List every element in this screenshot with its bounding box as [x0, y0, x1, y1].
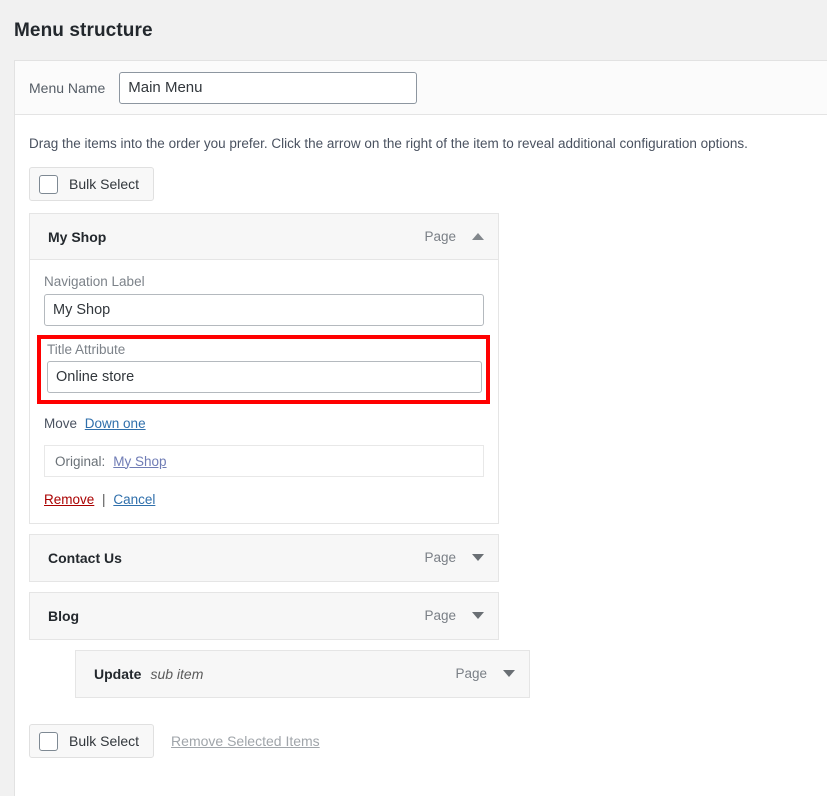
- menu-item-header[interactable]: Contact Us Page: [30, 535, 498, 581]
- menu-name-input[interactable]: [119, 72, 417, 104]
- menu-item-header[interactable]: Blog Page: [30, 593, 498, 639]
- bulk-select-label-bottom: Bulk Select: [69, 733, 139, 749]
- menu-item-list: My Shop Page Navigation Label Title Attr…: [15, 201, 827, 698]
- remove-selected-items-link[interactable]: Remove Selected Items: [171, 733, 320, 749]
- navigation-label-label: Navigation Label: [44, 274, 484, 289]
- move-down-one-link[interactable]: Down one: [85, 416, 146, 431]
- move-label: Move: [44, 416, 77, 431]
- instructions-text: Drag the items into the order you prefer…: [15, 115, 827, 153]
- title-attribute-highlight: Title Attribute: [37, 335, 490, 404]
- chevron-down-icon[interactable]: [503, 667, 517, 681]
- menu-item-update[interactable]: Update sub item Page: [75, 650, 827, 698]
- bulk-select-checkbox-bottom[interactable]: [39, 732, 58, 751]
- menu-item-contact-us[interactable]: Contact Us Page: [29, 534, 827, 582]
- bulk-select-button-top[interactable]: Bulk Select: [29, 167, 154, 201]
- navigation-label-input[interactable]: [44, 294, 484, 326]
- bulk-select-button-bottom[interactable]: Bulk Select: [29, 724, 154, 758]
- bulk-select-checkbox-top[interactable]: [39, 175, 58, 194]
- menu-item-title: Blog: [48, 608, 79, 624]
- menu-item-header[interactable]: My Shop Page: [30, 214, 498, 260]
- menu-name-row: Menu Name: [15, 61, 827, 115]
- menu-item-settings: Navigation Label Title Attribute Move Do…: [30, 260, 498, 523]
- menu-item-title: My Shop: [48, 229, 106, 245]
- original-link[interactable]: My Shop: [113, 454, 166, 469]
- menu-item-blog[interactable]: Blog Page: [29, 592, 827, 640]
- menu-item-panel: Update sub item Page: [75, 650, 530, 698]
- menu-structure-panel: Menu Name Drag the items into the order …: [14, 60, 827, 796]
- original-row: Original: My Shop: [44, 445, 484, 477]
- bulk-select-bar-top: Bulk Select: [15, 153, 827, 201]
- menu-item-title: Update: [94, 666, 141, 682]
- title-attribute-input[interactable]: [47, 361, 482, 393]
- chevron-down-icon[interactable]: [472, 551, 486, 565]
- menu-item-type: Page: [424, 229, 456, 244]
- menu-item-panel: My Shop Page Navigation Label Title Attr…: [29, 213, 499, 524]
- menu-item-type: Page: [424, 550, 456, 565]
- menu-item-type: Page: [455, 666, 487, 681]
- title-attribute-label: Title Attribute: [47, 342, 482, 357]
- cancel-link[interactable]: Cancel: [113, 492, 155, 507]
- menu-item-panel: Contact Us Page: [29, 534, 499, 582]
- title-attribute-field: Title Attribute: [47, 342, 482, 393]
- menu-item-type: Page: [424, 608, 456, 623]
- actions-separator: |: [102, 492, 106, 507]
- navigation-label-field: Navigation Label: [44, 274, 484, 326]
- bulk-select-bar-bottom: Bulk Select Remove Selected Items: [15, 708, 827, 758]
- menu-item-my-shop[interactable]: My Shop Page Navigation Label Title Attr…: [29, 213, 827, 524]
- menu-item-panel: Blog Page: [29, 592, 499, 640]
- remove-link[interactable]: Remove: [44, 492, 94, 507]
- menu-item-subtype: sub item: [150, 666, 203, 682]
- item-actions-row: Remove | Cancel: [44, 492, 484, 507]
- bulk-select-label-top: Bulk Select: [69, 176, 139, 192]
- chevron-up-icon[interactable]: [472, 230, 486, 244]
- chevron-down-icon[interactable]: [472, 609, 486, 623]
- move-row: Move Down one: [44, 416, 484, 431]
- page-title: Menu structure: [0, 0, 827, 43]
- menu-item-title: Contact Us: [48, 550, 122, 566]
- menu-item-header[interactable]: Update sub item Page: [76, 651, 529, 697]
- original-label: Original:: [55, 454, 105, 469]
- menu-name-label: Menu Name: [29, 80, 105, 96]
